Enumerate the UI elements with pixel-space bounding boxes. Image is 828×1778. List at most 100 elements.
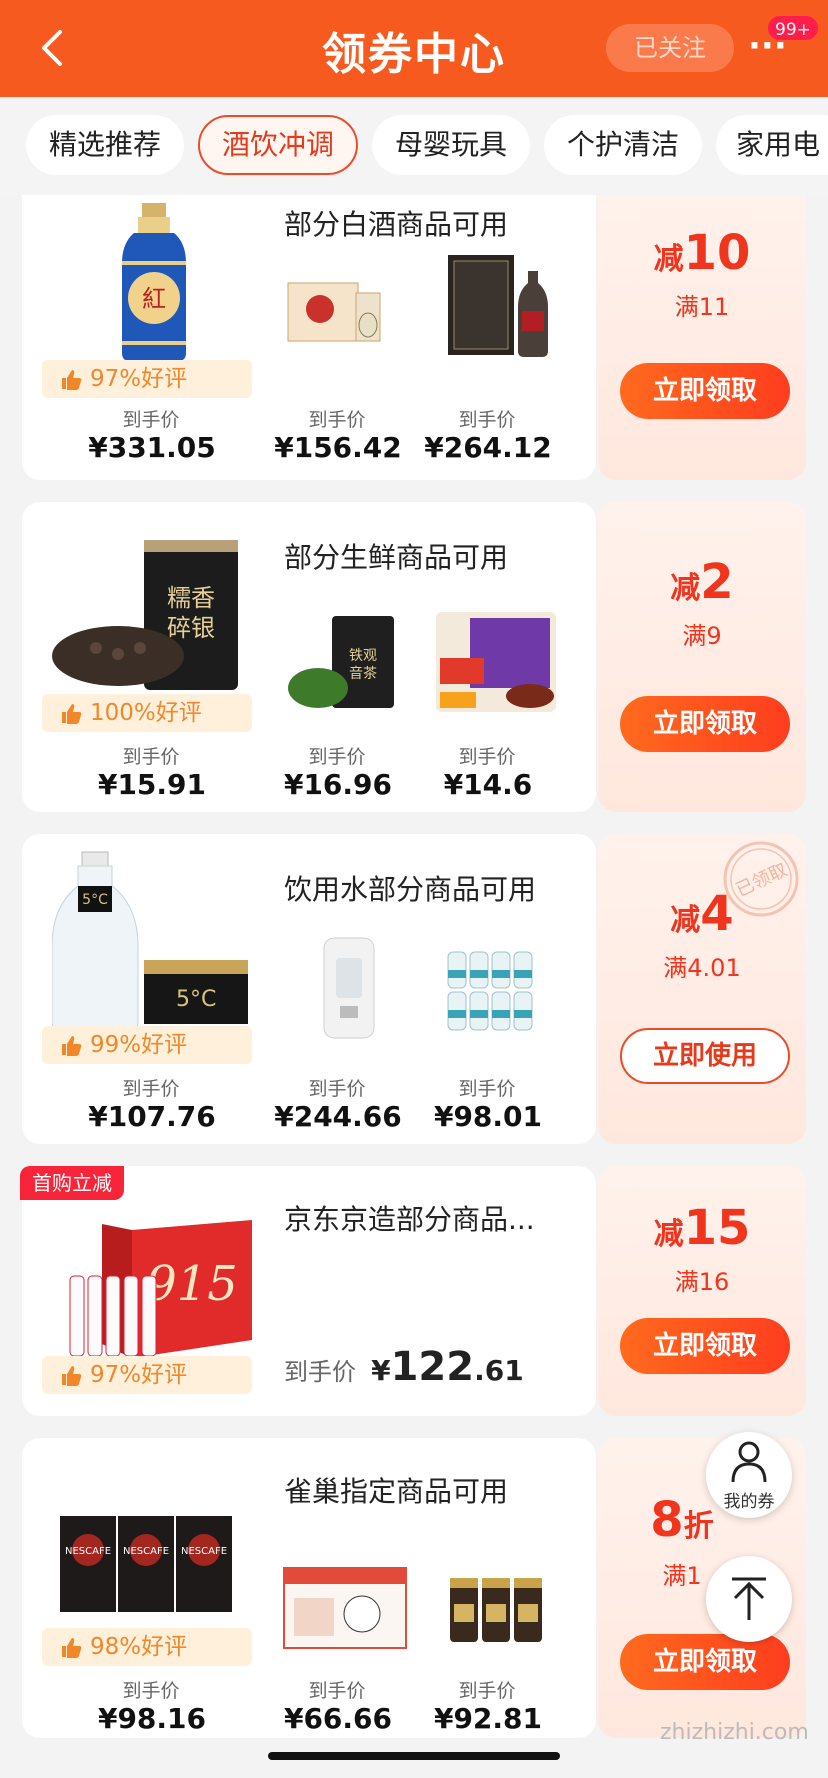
coupon-card: 部分白酒商品可用 紅 97%好评 到手价 ¥331.05 到手价 ¥156.42… (22, 195, 806, 480)
price-label: 到手价 (284, 1358, 356, 1386)
tab-drinks[interactable]: 酒饮冲调 (198, 115, 358, 175)
product-price: ¥244.66 (274, 1100, 402, 1133)
claim-coupon-button[interactable]: 立即领取 (620, 1634, 790, 1690)
discount-amount: 减15 (653, 1200, 751, 1256)
price-label: 到手价 (308, 409, 366, 431)
oolong-tea-image[interactable]: 铁观 音茶 (284, 612, 404, 712)
water-dispenser-image[interactable] (314, 934, 384, 1044)
discount-threshold: 满9 (682, 622, 722, 650)
tab-personal-care[interactable]: 个护清洁 (544, 115, 702, 175)
rating-badge: 98%好评 (42, 1628, 252, 1666)
back-to-top-button[interactable] (706, 1556, 792, 1642)
gift-box-image[interactable] (284, 263, 394, 363)
coupon-title: 部分白酒商品可用 (284, 208, 509, 241)
rating-text: 97%好评 (90, 366, 188, 392)
price-label: 到手价 (122, 746, 180, 768)
thumbs-up-icon (62, 1366, 82, 1386)
product-price: ¥331.05 (88, 431, 216, 464)
price-label: 到手价 (458, 1078, 516, 1100)
price-label: 到手价 (308, 1078, 366, 1100)
baijiu-case-image[interactable]: 915 (62, 1220, 262, 1360)
rating-text: 97%好评 (90, 1362, 188, 1388)
discount-threshold: 满4.01 (663, 954, 741, 982)
baijiu-giftbox-image[interactable] (442, 251, 552, 361)
thumbs-up-icon (62, 1638, 82, 1658)
price-label: 到手价 (308, 746, 366, 768)
tea-can-image[interactable]: 糯香 碎银 (48, 536, 248, 696)
coupon-value-panel: 减10 满11 立即领取 (598, 195, 806, 480)
claim-coupon-button[interactable]: 立即领取 (620, 363, 790, 419)
svg-text:915: 915 (146, 1256, 238, 1312)
home-indicator[interactable] (268, 1752, 560, 1760)
price-label: 到手价 (122, 1680, 180, 1702)
category-tabs: 精选推荐 酒饮冲调 母婴玩具 个护清洁 家用电 (0, 97, 828, 195)
nescafe-coffee-image[interactable]: NESCAFE NESCAFE NESCAFE (58, 1510, 238, 1614)
use-coupon-button[interactable]: 立即使用 (620, 1028, 790, 1084)
final-price: 到手价 ¥122.61 (284, 1344, 524, 1390)
tab-home-appliance[interactable]: 家用电 (716, 115, 828, 175)
price-integer: 122 (390, 1344, 475, 1390)
product-price: ¥92.81 (433, 1702, 543, 1735)
svg-text:NESCAFE: NESCAFE (123, 1546, 169, 1557)
coupon-value-panel: 已领取 减4 满4.01 立即使用 (598, 834, 806, 1144)
svg-text:碎银: 碎银 (167, 614, 215, 642)
milk-tea-box-image[interactable] (280, 1562, 410, 1652)
currency-symbol: ¥ (371, 1354, 391, 1387)
discount-threshold: 满16 (674, 1268, 730, 1296)
tea-gift-box-image[interactable] (432, 608, 562, 718)
svg-text:紅: 紅 (142, 285, 166, 313)
claim-coupon-button[interactable]: 立即领取 (620, 1318, 790, 1374)
claim-coupon-button[interactable]: 立即领取 (620, 696, 790, 752)
baijiu-bottle-image[interactable]: 紅 (104, 203, 204, 363)
coupon-title: 部分生鲜商品可用 (284, 541, 509, 574)
rating-text: 99%好评 (90, 1032, 188, 1058)
discount-amount: 减10 (653, 225, 751, 281)
top-bar: 领券中心 已关注 ··· 99+ (0, 0, 828, 97)
rating-text: 98%好评 (90, 1634, 188, 1660)
product-price: ¥98.01 (433, 1100, 543, 1133)
price-label: 到手价 (458, 409, 516, 431)
price-label: 到手价 (458, 1680, 516, 1702)
watermark-text: zhizhizhi.com (660, 1720, 809, 1745)
arrow-up-icon (732, 1577, 766, 1620)
tab-baby-toys[interactable]: 母婴玩具 (372, 115, 530, 175)
product-price: ¥98.16 (97, 1702, 207, 1735)
rating-text: 100%好评 (90, 700, 202, 726)
coupon-title: 京东京造部分商品... (284, 1203, 535, 1236)
thumbs-up-icon (62, 1036, 82, 1056)
coupon-card: 饮用水部分商品可用 5°C 5°C 99%好评 到手价 ¥107.76 到手价 … (22, 834, 806, 1144)
rating-badge: 100%好评 (42, 694, 252, 732)
product-price: ¥15.91 (97, 768, 207, 801)
discount-amount: 减2 (670, 554, 734, 610)
svg-text:5°C: 5°C (82, 892, 108, 908)
svg-text:NESCAFE: NESCAFE (65, 1546, 111, 1557)
discount-threshold: 满11 (674, 293, 730, 321)
tab-featured[interactable]: 精选推荐 (26, 115, 184, 175)
rating-badge: 97%好评 (42, 1356, 252, 1394)
first-purchase-tag: 首购立减 (20, 1166, 124, 1200)
thumbs-up-icon (62, 370, 82, 390)
price-decimal: .61 (474, 1354, 524, 1387)
product-price: ¥16.96 (283, 768, 393, 801)
product-price: ¥156.42 (274, 431, 402, 464)
my-coupons-label: 我的券 (723, 1492, 775, 1512)
mineral-water-image[interactable]: 5°C 5°C (52, 850, 252, 1030)
coupon-card: 首购立减 京东京造部分商品... 915 97%好评 到手价 ¥122.61 减… (20, 1166, 806, 1416)
product-price: ¥264.12 (424, 431, 552, 464)
coupon-value-panel: 减15 满16 立即领取 (598, 1166, 806, 1416)
rating-badge: 97%好评 (42, 360, 252, 398)
price-label: 到手价 (458, 746, 516, 768)
coupon-title: 雀巢指定商品可用 (284, 1475, 509, 1508)
svg-text:NESCAFE: NESCAFE (181, 1546, 227, 1557)
discount-amount: 减4 (670, 886, 734, 942)
svg-text:铁观: 铁观 (349, 648, 377, 664)
coffee-jars-image[interactable] (446, 1576, 546, 1646)
coupon-card: 雀巢指定商品可用 NESCAFE NESCAFE NESCAFE 98%好评 到… (22, 1438, 806, 1738)
my-coupons-button[interactable]: 我的券 (706, 1432, 792, 1518)
product-price: ¥14.6 (443, 768, 533, 801)
message-count-badge: 99+ (766, 14, 820, 42)
water-bottle-pack-image[interactable] (442, 946, 552, 1036)
follow-button[interactable]: 已关注 (606, 24, 734, 72)
svg-text:糯香: 糯香 (167, 584, 215, 612)
coupon-value-panel: 减2 满9 立即领取 (598, 502, 806, 812)
